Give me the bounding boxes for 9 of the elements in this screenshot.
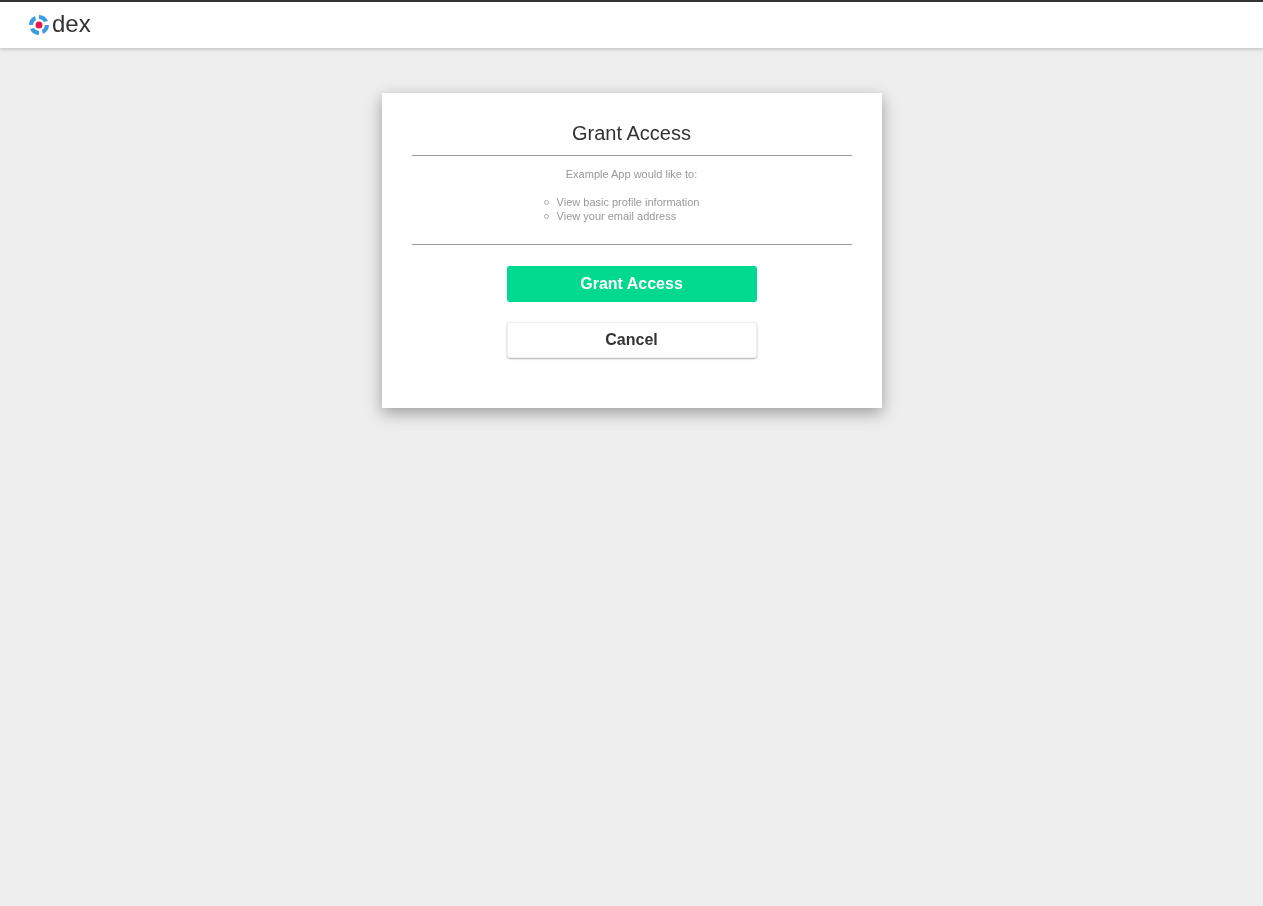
scope-item: View your email address [556,209,677,225]
bullet-icon [543,200,549,205]
dialog-title: Grant Access [572,121,691,145]
bullet-icon [543,214,549,219]
logo-text: dex [52,12,91,38]
logo-icon [27,13,51,37]
cancel-button[interactable]: Cancel [506,321,757,358]
scope-item: View basic profile information [556,195,700,211]
intro-text: Example App would like to: [565,167,698,182]
